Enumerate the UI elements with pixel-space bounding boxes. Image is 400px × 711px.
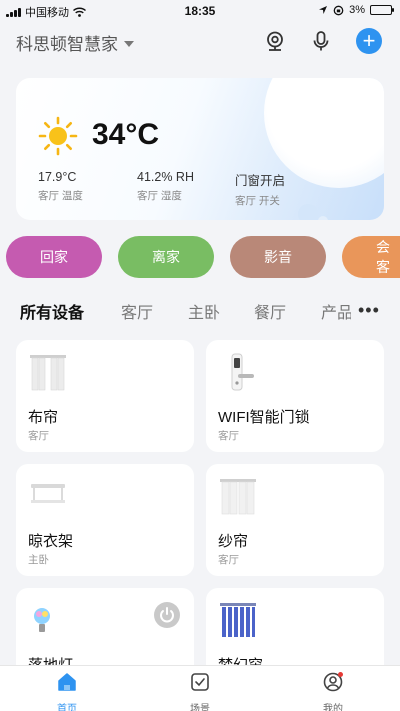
clothes-rack-icon [31, 484, 65, 503]
sheer-curtain-icon [220, 479, 256, 515]
device-room: 客厅 [218, 430, 239, 442]
scene-button-away[interactable]: 离家 [118, 236, 214, 278]
curtain-icon [30, 355, 66, 391]
device-room: 主卧 [28, 554, 49, 566]
more-icon[interactable]: ••• [358, 300, 380, 321]
status-right: 3% [318, 4, 394, 16]
app-header: 科思顿智慧家 + [0, 22, 400, 62]
stat-label: 客厅 开关 [235, 195, 280, 207]
device-name: 晾衣架 [28, 533, 74, 550]
floor-lamp-icon [34, 608, 50, 632]
stat-label: 客厅 温度 [38, 190, 83, 202]
device-room: 客厅 [218, 554, 239, 566]
tab-scenes[interactable]: 场景 [170, 671, 230, 711]
device-room: 客厅 [28, 430, 49, 442]
tab-label: 场景 [190, 704, 210, 711]
battery-percent: 3% [349, 4, 365, 16]
bottom-tab-bar: 首页 场景 我的 [0, 665, 400, 711]
camera-icon[interactable] [262, 28, 288, 54]
sun-icon [38, 116, 78, 156]
scene-label: 离家 [152, 249, 180, 265]
device-card[interactable]: WIFI智能门锁 客厅 [206, 340, 384, 452]
device-name: 纱帘 [218, 533, 249, 550]
tab-label: 首页 [57, 704, 77, 711]
status-bar: 中国移动 18:35 3% [0, 0, 400, 22]
scene-button-home[interactable]: 回家 [6, 236, 102, 278]
tab-living-room[interactable]: 客厅 [121, 299, 153, 323]
weather-card: 34°C 17.9°C 客厅 温度 41.2% RH 客厅 湿度 门窗开启 客厅… [16, 78, 384, 220]
door-lock-icon [231, 353, 254, 391]
microphone-icon[interactable] [308, 28, 334, 54]
home-icon [58, 673, 76, 691]
tab-dining-room[interactable]: 餐厅 [254, 299, 286, 323]
rotation-lock-icon [333, 5, 344, 15]
scene-button-guest[interactable]: 会客 [342, 236, 400, 278]
home-selector[interactable]: 科思顿智慧家 [16, 30, 134, 55]
profile-icon [323, 672, 343, 692]
device-card[interactable]: 布帘 客厅 [16, 340, 194, 452]
home-name: 科思顿智慧家 [16, 35, 118, 54]
location-icon [319, 6, 328, 14]
device-name: WIFI智能门锁 [218, 409, 310, 426]
power-icon[interactable] [154, 602, 180, 628]
battery-icon [370, 5, 394, 15]
tab-master-bedroom[interactable]: 主卧 [188, 299, 220, 323]
scene-button-media[interactable]: 影音 [230, 236, 326, 278]
stat-humidity: 41.2% RH 客厅 湿度 [137, 170, 194, 203]
add-button[interactable]: + [356, 28, 382, 54]
stat-temperature: 17.9°C 客厅 温度 [38, 170, 83, 203]
temperature: 34°C [92, 118, 160, 151]
tab-profile[interactable]: 我的 [303, 671, 363, 711]
stat-value: 41.2% RH [137, 170, 194, 184]
scene-icon [191, 673, 209, 691]
tab-label: 我的 [323, 704, 343, 711]
stat-door-window: 门窗开启 客厅 开关 [235, 170, 285, 208]
stat-value: 门窗开启 [235, 174, 286, 188]
stat-label: 客厅 湿度 [137, 190, 182, 202]
plus-icon: + [362, 28, 376, 53]
device-card[interactable]: 纱帘 客厅 [206, 464, 384, 576]
stat-value: 17.9°C [38, 170, 77, 184]
device-card[interactable]: 晾衣架 主卧 [16, 464, 194, 576]
blind-icon [220, 603, 256, 637]
scene-label: 回家 [40, 249, 68, 265]
tab-home[interactable]: 首页 [37, 671, 97, 711]
scene-label: 影音 [264, 249, 292, 265]
tab-all-devices[interactable]: 所有设备 [20, 299, 84, 323]
scene-label: 会客 [376, 239, 390, 275]
chevron-down-icon [124, 40, 134, 47]
room-tabs: 所有设备 客厅 主卧 餐厅 产品 ••• [0, 296, 400, 324]
device-name: 布帘 [28, 409, 59, 426]
tab-products[interactable]: 产品 [321, 299, 351, 323]
